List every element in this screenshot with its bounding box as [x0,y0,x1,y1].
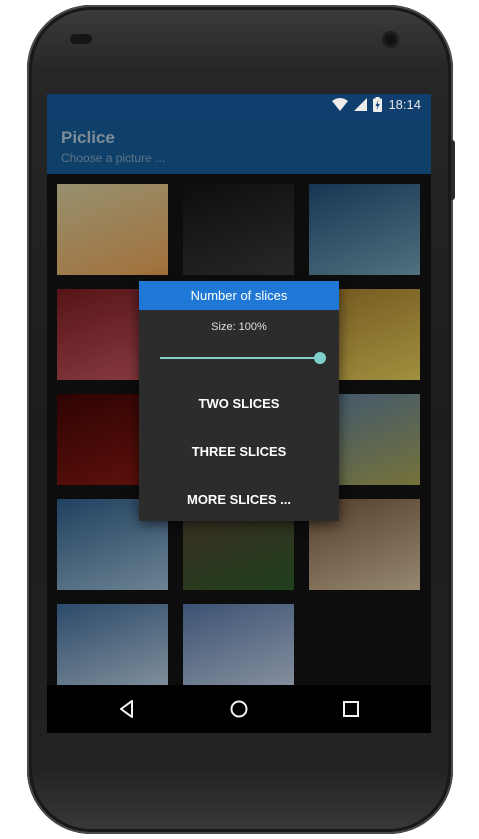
battery-charging-icon [373,97,383,112]
slider-track[interactable] [160,357,320,359]
status-bar: 18:14 [47,94,431,118]
wifi-icon [332,98,349,111]
app-bar: Piclice Choose a picture ... [47,118,431,174]
app-title: Piclice [61,128,115,147]
front-camera [382,31,399,48]
size-slider[interactable] [160,351,326,365]
app-subtitle: Choose a picture ... [61,151,166,165]
slices-dialog: Number of slices Size: 100% TWO SLICES T… [139,281,339,521]
two-slices-button[interactable]: TWO SLICES [139,396,339,411]
side-button [451,140,455,200]
screen: 18:14 Piclice Choose a picture ... Numbe… [47,94,431,733]
three-slices-button[interactable]: THREE SLICES [139,444,339,459]
slider-thumb[interactable] [314,352,326,364]
recents-icon[interactable] [339,697,363,721]
home-icon[interactable] [227,697,251,721]
size-label: Size: 100% [211,321,267,333]
back-icon[interactable] [115,697,139,721]
more-slices-button[interactable]: MORE SLICES ... [139,492,339,507]
speaker-grille [70,34,92,44]
cell-signal-icon [354,98,368,111]
dialog-title: Number of slices [139,281,339,310]
clock: 18:14 [388,97,421,112]
navigation-bar [47,685,431,733]
